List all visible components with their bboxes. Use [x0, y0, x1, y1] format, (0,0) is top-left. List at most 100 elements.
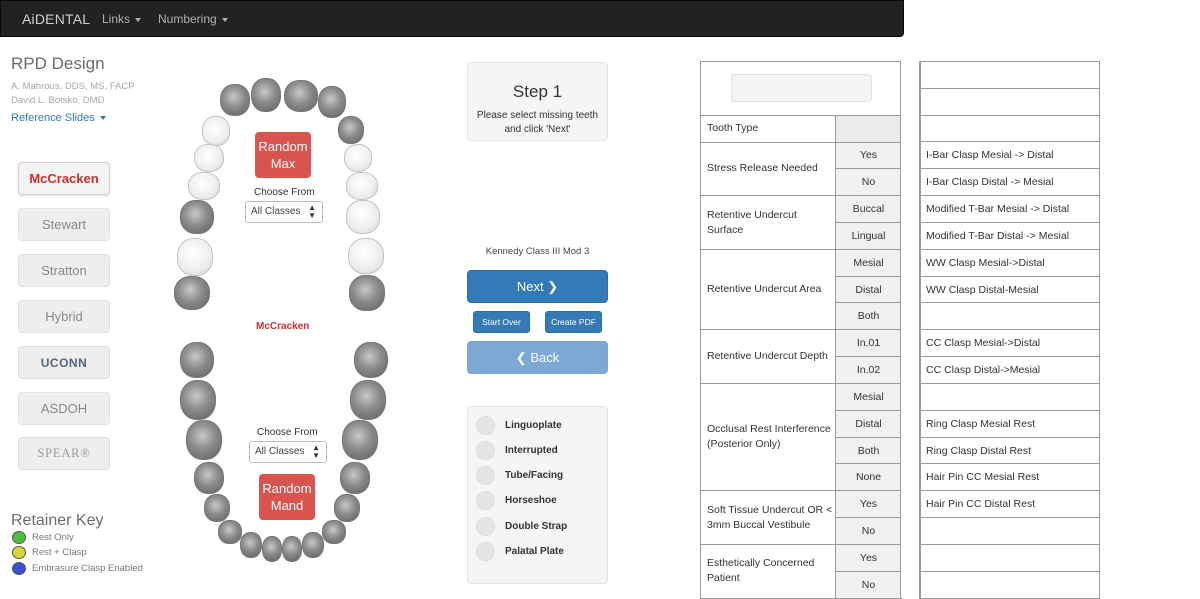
option-double-strap[interactable]: Double Strap — [476, 517, 567, 536]
depth-in02[interactable]: In.02 — [835, 356, 902, 384]
tooth-icon[interactable] — [354, 342, 388, 378]
tooth-field[interactable] — [730, 74, 872, 103]
max-class-select[interactable]: All Classes ▲ ▼ — [245, 201, 323, 223]
clasp-cell[interactable] — [919, 517, 1100, 545]
tooth-icon[interactable] — [188, 172, 220, 200]
option-linguoplate[interactable]: Linguoplate — [476, 416, 562, 435]
asdoh-button[interactable]: ASDOH — [18, 392, 110, 425]
clasp-cell[interactable]: I-Bar Clasp Distal -> Mesial — [919, 168, 1100, 197]
clasp-cell[interactable] — [919, 114, 1100, 143]
tooth-icon[interactable] — [220, 84, 250, 116]
tooth-icon[interactable] — [282, 536, 302, 562]
tooth-icon[interactable] — [186, 420, 222, 460]
option-tube-facing[interactable]: Tube/Facing — [476, 466, 563, 485]
random-max-button[interactable]: Random Max — [255, 132, 311, 178]
tooth-icon[interactable] — [338, 116, 364, 144]
radio-icon[interactable] — [476, 517, 495, 536]
tooth-icon[interactable] — [202, 116, 230, 146]
tooth-icon[interactable] — [350, 380, 386, 420]
clasp-cell[interactable]: Ring Clasp Mesial Rest — [919, 409, 1100, 438]
next-button[interactable]: Next ❯ — [467, 270, 608, 303]
clasp-cell[interactable]: Modified T-Bar Distal -> Mesial — [919, 221, 1100, 250]
tooth-icon[interactable] — [194, 144, 224, 172]
tooth-icon[interactable] — [204, 494, 230, 522]
clasp-cell[interactable]: WW Clasp Mesial->Distal — [919, 248, 1100, 277]
soft-tissue-yes[interactable]: Yes — [835, 490, 902, 519]
random-mand-button[interactable]: Random Mand — [259, 474, 315, 520]
clasp-cell[interactable]: I-Bar Clasp Mesial -> Distal — [919, 141, 1100, 170]
clasp-cell[interactable] — [919, 570, 1100, 599]
tooth-icon[interactable] — [322, 520, 346, 544]
tooth-icon[interactable] — [302, 532, 324, 558]
clasp-cell[interactable] — [919, 543, 1100, 572]
tooth-icon[interactable] — [344, 144, 372, 172]
clasp-cell[interactable]: CC Clasp Mesial->Distal — [919, 329, 1100, 358]
create-pdf-button[interactable]: Create PDF — [545, 311, 602, 333]
clasp-cell[interactable]: Hair Pin CC Mesial Rest — [919, 463, 1100, 492]
tooth-icon[interactable] — [349, 275, 385, 311]
clasp-cell[interactable]: Modified T-Bar Mesial -> Distal — [919, 195, 1100, 223]
tooth-icon[interactable] — [284, 80, 318, 112]
radio-icon[interactable] — [476, 441, 495, 460]
tooth-icon[interactable] — [262, 536, 282, 562]
option-horseshoe[interactable]: Horseshoe — [476, 491, 557, 510]
esthetic-yes[interactable]: Yes — [835, 543, 902, 572]
rest-mesial[interactable]: Mesial — [835, 382, 902, 411]
area-mesial[interactable]: Mesial — [835, 248, 902, 277]
mand-class-select[interactable]: All Classes ▲ ▼ — [249, 441, 327, 463]
tooth-icon[interactable] — [218, 520, 242, 544]
hybrid-button[interactable]: Hybrid — [18, 300, 110, 333]
area-distal[interactable]: Distal — [835, 275, 902, 304]
numbering-menu[interactable]: Numbering — [158, 12, 228, 26]
start-over-button[interactable]: Start Over — [473, 311, 530, 333]
clasp-cell[interactable] — [919, 302, 1100, 331]
option-interrupted[interactable]: Interrupted — [476, 441, 558, 460]
stress-release-yes[interactable]: Yes — [835, 141, 902, 170]
clasp-cell[interactable] — [919, 382, 1100, 411]
radio-icon[interactable] — [476, 491, 495, 510]
option-palatal-plate[interactable]: Palatal Plate — [476, 542, 564, 561]
tooth-icon[interactable] — [194, 462, 224, 494]
rest-none[interactable]: None — [835, 463, 902, 492]
rest-distal[interactable]: Distal — [835, 409, 902, 438]
tooth-icon[interactable] — [240, 532, 262, 558]
spear-button[interactable]: SPEAR® — [18, 437, 110, 470]
tooth-icon[interactable] — [318, 86, 346, 118]
links-menu[interactable]: Links — [102, 12, 142, 26]
stress-release-no[interactable]: No — [835, 168, 902, 197]
clasp-cell[interactable] — [919, 61, 1100, 89]
uconn-button[interactable]: UCONN — [18, 346, 110, 379]
tooth-icon[interactable] — [342, 420, 378, 460]
tooth-icon[interactable] — [174, 276, 210, 310]
tooth-icon[interactable] — [346, 200, 380, 234]
tooth-icon[interactable] — [348, 238, 384, 274]
back-button[interactable]: ❮ Back — [467, 341, 608, 374]
clasp-cell[interactable]: WW Clasp Distal-Mesial — [919, 275, 1100, 304]
soft-tissue-no[interactable]: No — [835, 517, 902, 545]
depth-in01[interactable]: In.01 — [835, 329, 902, 358]
radio-icon[interactable] — [476, 466, 495, 485]
tooth-icon[interactable] — [340, 462, 370, 494]
clasp-cell[interactable]: Ring Clasp Distal Rest — [919, 436, 1100, 465]
mccracken-button[interactable]: McCracken — [18, 162, 110, 195]
clasp-cell[interactable] — [919, 87, 1100, 116]
tooth-icon[interactable] — [177, 238, 213, 276]
tooth-icon[interactable] — [180, 342, 214, 378]
tooth-icon[interactable] — [346, 172, 378, 200]
stratton-button[interactable]: Stratton — [18, 254, 110, 287]
surface-buccal[interactable]: Buccal — [835, 195, 902, 223]
esthetic-no[interactable]: No — [835, 570, 902, 599]
tooth-icon[interactable] — [180, 380, 216, 420]
clasp-cell[interactable]: Hair Pin CC Distal Rest — [919, 490, 1100, 519]
reference-slides-link[interactable]: Reference Slides — [11, 112, 106, 124]
tooth-icon[interactable] — [180, 200, 214, 234]
area-both[interactable]: Both — [835, 302, 902, 331]
tooth-icon[interactable] — [334, 494, 360, 522]
clasp-cell[interactable]: CC Clasp Distal->Mesial — [919, 356, 1100, 384]
tooth-icon[interactable] — [251, 78, 281, 112]
rest-both[interactable]: Both — [835, 436, 902, 465]
radio-icon[interactable] — [476, 416, 495, 435]
radio-icon[interactable] — [476, 542, 495, 561]
surface-lingual[interactable]: Lingual — [835, 222, 902, 250]
brand-logo[interactable]: AiDENTAL — [22, 11, 90, 27]
